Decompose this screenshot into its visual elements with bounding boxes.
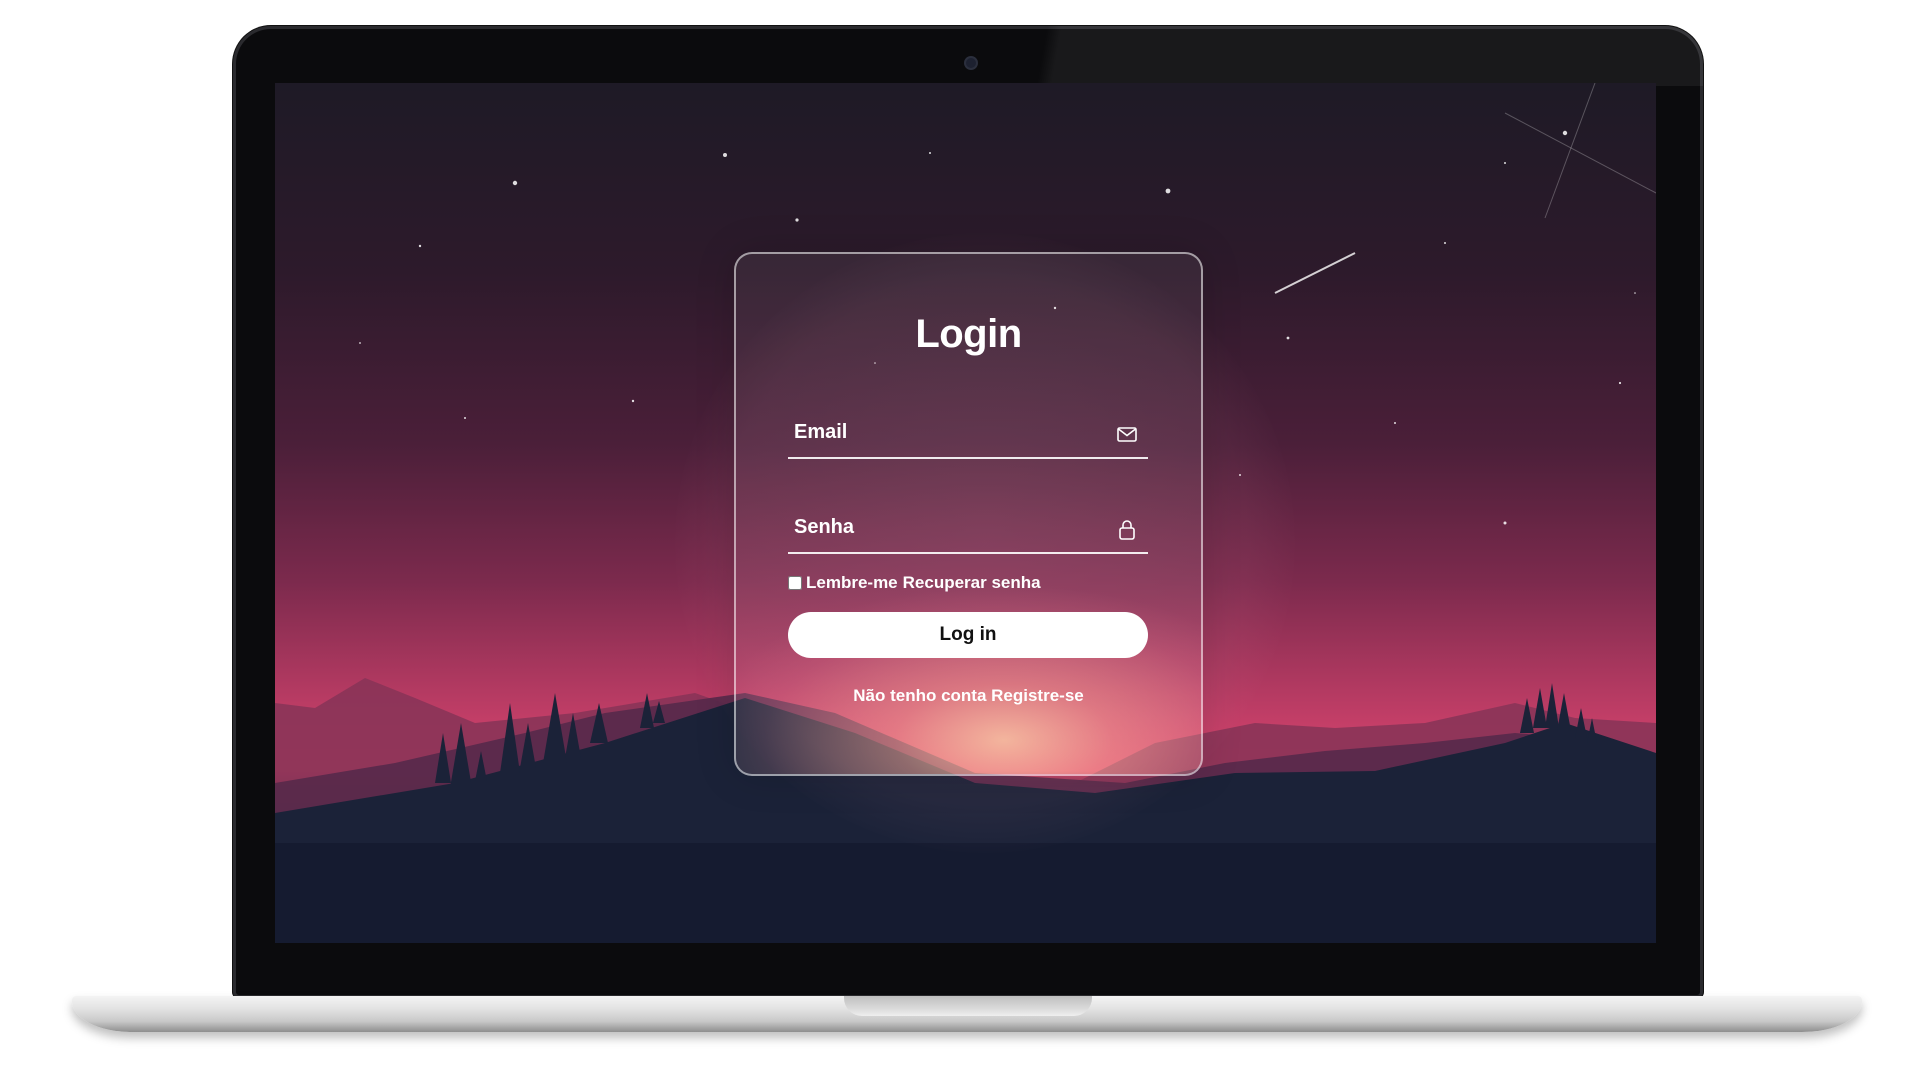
forgot-password-link[interactable]: Recuperar senha — [903, 573, 1041, 593]
register-link[interactable]: Registre-se — [991, 686, 1084, 705]
login-button[interactable]: Log in — [788, 612, 1148, 658]
email-field[interactable] — [788, 409, 1148, 459]
password-input[interactable] — [788, 504, 1108, 550]
email-input[interactable] — [788, 409, 1108, 455]
page-title: Login — [915, 312, 1022, 356]
login-card: Login Lembre-me Recuperar senha Log in N… — [734, 252, 1203, 776]
lock-icon — [1119, 520, 1135, 540]
bezel-sheen — [233, 26, 1703, 86]
laptop-screen: Login Lembre-me Recuperar senha Log in N… — [275, 83, 1656, 943]
signup-row: Não tenho conta Registre-se — [736, 686, 1201, 706]
camera-icon — [966, 58, 976, 68]
laptop-base — [72, 996, 1862, 1032]
remember-checkbox[interactable] — [788, 576, 802, 590]
no-account-text: Não tenho conta — [853, 686, 992, 705]
mail-icon — [1117, 427, 1137, 442]
base-notch — [844, 996, 1092, 1016]
remember-row: Lembre-me Recuperar senha — [788, 572, 1041, 594]
remember-label[interactable]: Lembre-me — [806, 573, 898, 593]
password-field[interactable] — [788, 504, 1148, 554]
